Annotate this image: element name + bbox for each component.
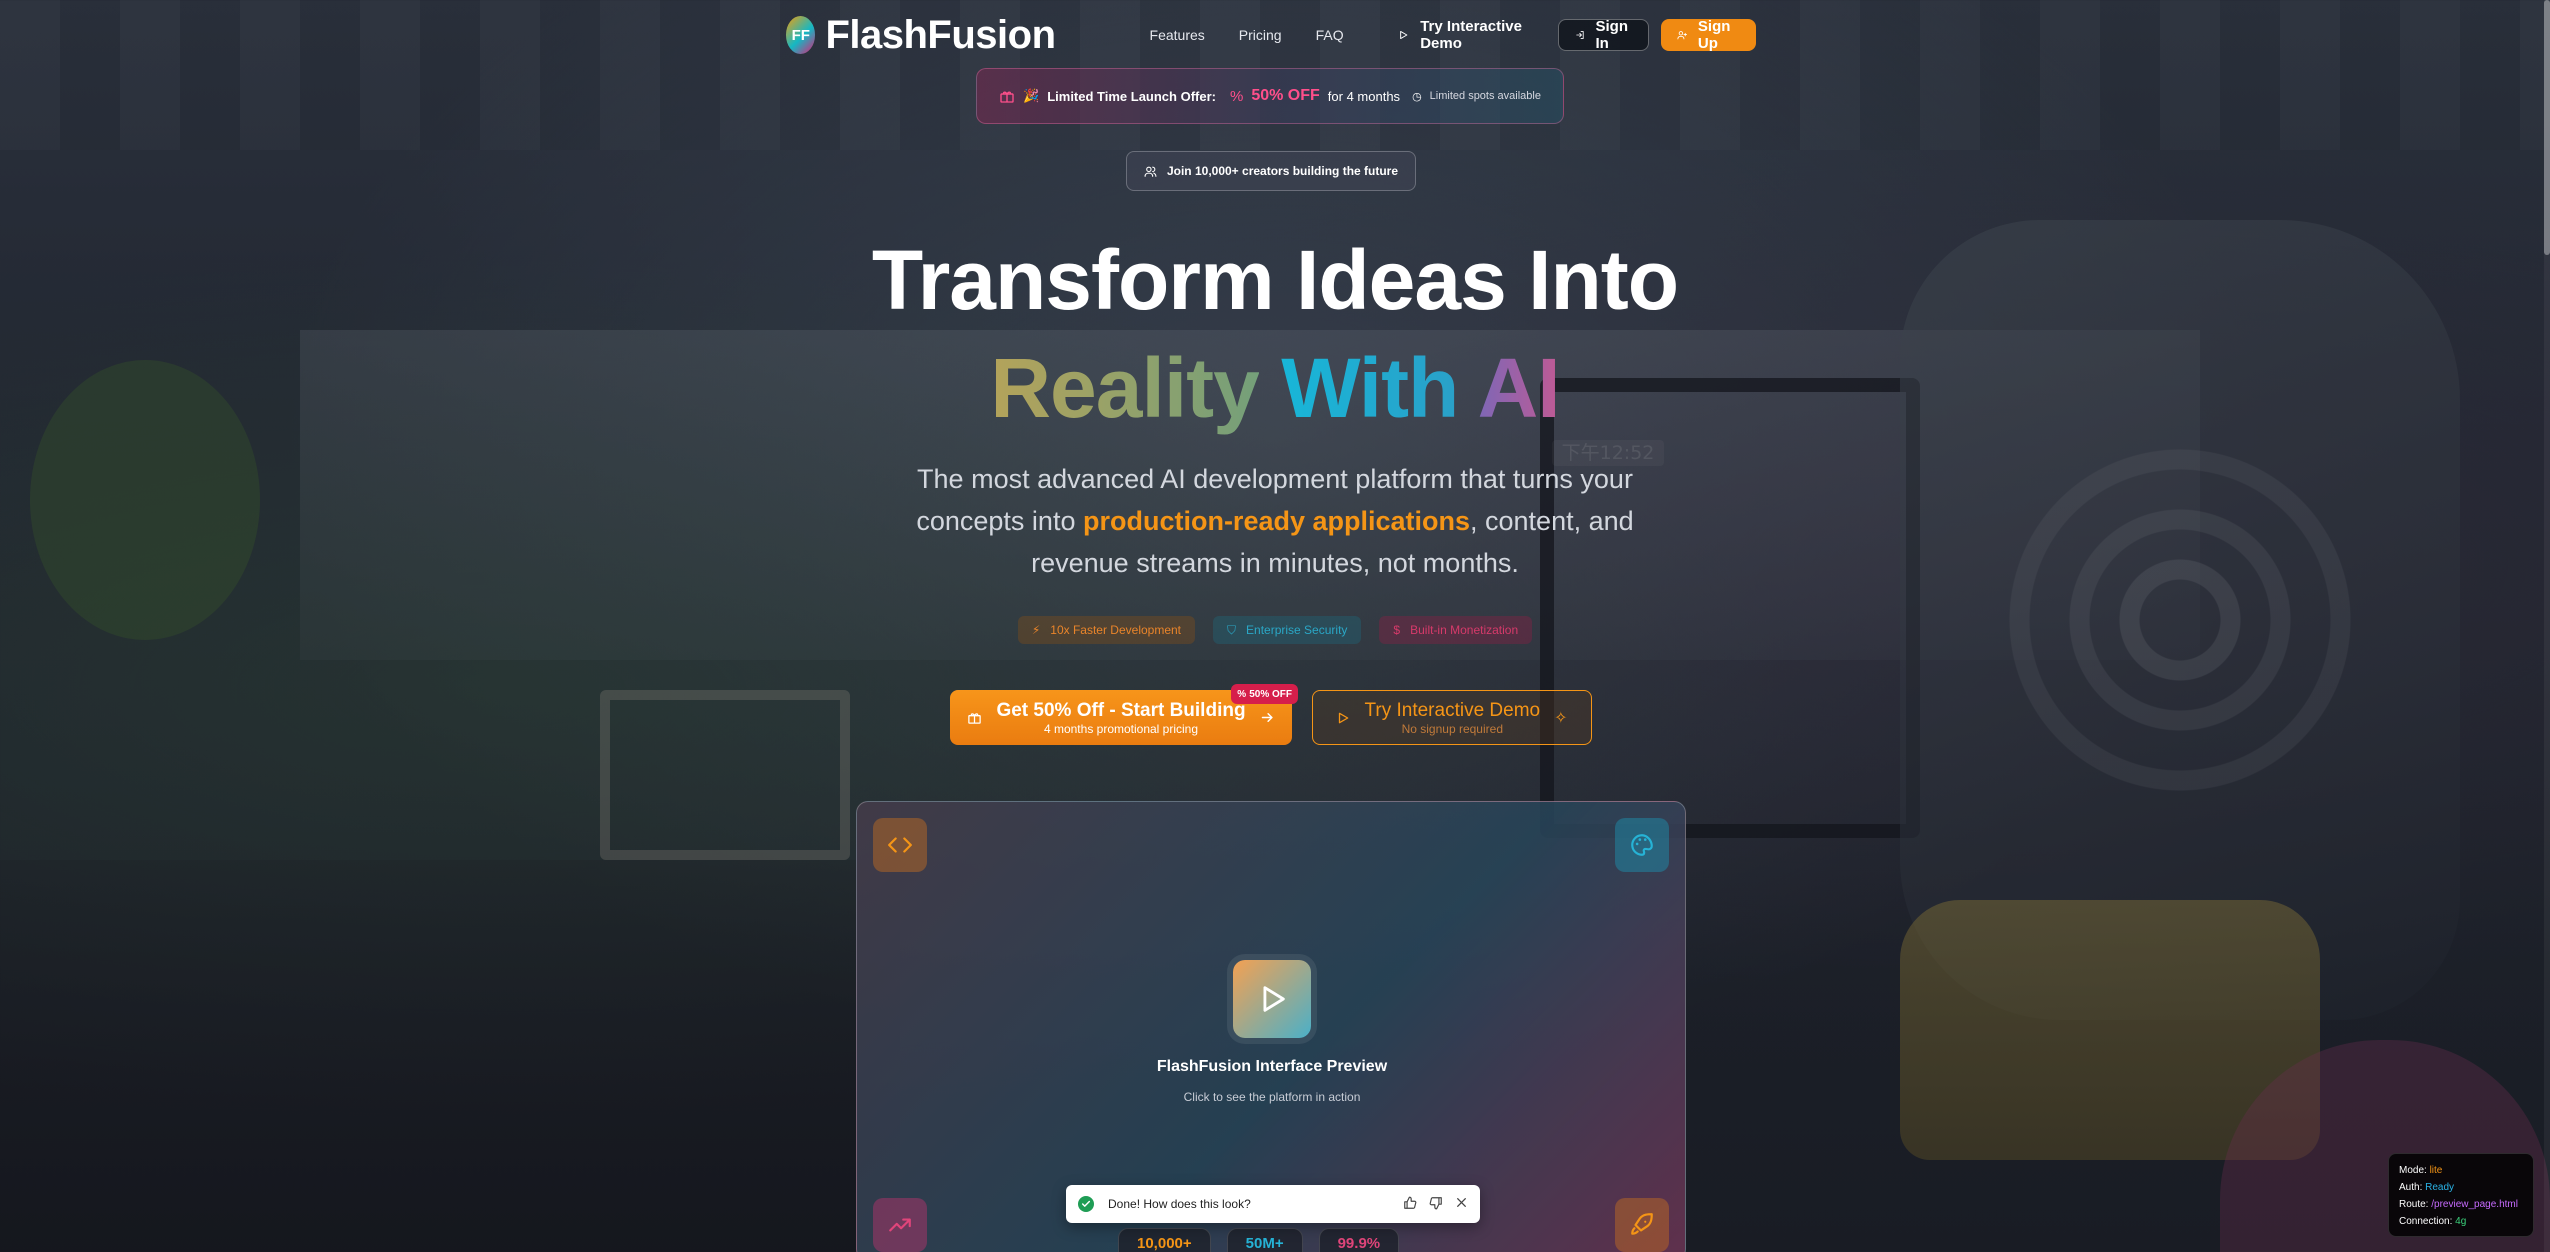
- stat-volume: 50M+: [1226, 1228, 1303, 1252]
- feature-pills: ⚡ 10x Faster Development ⛉ Enterprise Secu…: [0, 616, 2550, 644]
- offer-spots: Limited spots available: [1429, 90, 1541, 102]
- logo-badge[interactable]: FF: [786, 16, 816, 54]
- start-building-text: Get 50% Off - Start Building 4 months pr…: [996, 700, 1245, 736]
- pill-security: ⛉ Enterprise Security: [1213, 616, 1362, 644]
- thumbs-down-icon[interactable]: [1429, 1196, 1443, 1213]
- debug-connection-label: Connection:: [2399, 1216, 2453, 1227]
- scrollbar-thumb[interactable]: [2544, 0, 2550, 255]
- zap-icon: ⚡: [1031, 623, 1041, 637]
- dollar-icon: $: [1393, 623, 1401, 637]
- join-badge: Join 10,000+ creators building the futur…: [1126, 151, 1416, 191]
- preview-subtitle: Click to see the platform in action: [1183, 1090, 1361, 1104]
- hero-title-line1: Transform Ideas Into: [871, 233, 1679, 327]
- percent-icon: %: [1237, 688, 1247, 700]
- sign-up-label: Sign Up: [1697, 18, 1731, 52]
- party-icon: 🎉: [1023, 88, 1040, 103]
- hero-title-line2: Reality With AI: [0, 340, 2550, 437]
- hero-word-ai: AI: [1477, 341, 1561, 435]
- login-icon: [1576, 31, 1584, 39]
- thumbs-up-icon[interactable]: [1403, 1196, 1417, 1213]
- check-circle-icon: [1078, 1196, 1094, 1212]
- brand-name[interactable]: FlashFusion: [825, 13, 1056, 58]
- code-icon: [873, 818, 927, 872]
- start-building-sub: 4 months promotional pricing: [1043, 721, 1199, 736]
- pill-security-label: Enterprise Security: [1246, 623, 1348, 637]
- gift-icon: [968, 713, 982, 724]
- pill-monetization-label: Built-in Monetization: [1410, 623, 1519, 637]
- subtitle-highlight: production-ready applications: [1082, 506, 1471, 536]
- percent-icon: %: [1229, 87, 1244, 105]
- play-preview-button[interactable]: [1233, 960, 1311, 1038]
- sign-in-button[interactable]: Sign In: [1558, 18, 1650, 52]
- pill-monetization: $ Built-in Monetization: [1379, 616, 1533, 644]
- debug-mode: Mode: lite: [2399, 1162, 2523, 1179]
- discount-badge-label: 50% OFF: [1249, 688, 1292, 700]
- pill-faster-label: 10x Faster Development: [1050, 623, 1182, 637]
- nav-link-features[interactable]: Features: [1150, 27, 1205, 43]
- debug-mode-label: Mode:: [2399, 1165, 2427, 1176]
- user-plus-icon: [1677, 31, 1688, 40]
- palette-icon: [1615, 818, 1669, 872]
- stats-row: 10,000+ 50M+ 99.9%: [1118, 1228, 1400, 1252]
- sparkles-icon: ✧: [1554, 709, 1568, 727]
- nav-link-pricing[interactable]: Pricing: [1239, 27, 1282, 43]
- clock-icon: ◷: [1412, 90, 1422, 103]
- users-icon: [1144, 166, 1157, 177]
- offer-discount: 50% OFF: [1251, 87, 1320, 104]
- debug-connection-value: 4g: [2455, 1216, 2467, 1227]
- offer-label: Limited Time Launch Offer:: [1047, 88, 1216, 104]
- offer-banner: 🎉 Limited Time Launch Offer: % 50% OFF f…: [976, 68, 1564, 124]
- debug-panel: Mode: lite Auth: Ready Route: /preview_p…: [2388, 1153, 2534, 1237]
- toast-message: Done! How does this look?: [1108, 1197, 1251, 1211]
- hero-word-reality: Reality: [990, 341, 1259, 435]
- pill-faster: ⚡ 10x Faster Development: [1017, 616, 1196, 644]
- nav-demo-link[interactable]: Try Interactive Demo: [1398, 18, 1533, 52]
- hero-subtitle: The most advanced AI development platfor…: [870, 458, 1680, 584]
- join-text: Join 10,000+ creators building the futur…: [1166, 164, 1399, 178]
- debug-mode-value: lite: [2429, 1165, 2443, 1176]
- close-icon[interactable]: [1455, 1196, 1468, 1212]
- stat-uptime: 99.9%: [1318, 1228, 1400, 1252]
- feedback-toast: Done! How does this look?: [1066, 1185, 1480, 1223]
- debug-connection: Connection: 4g: [2399, 1213, 2523, 1230]
- sign-up-button[interactable]: Sign Up: [1661, 18, 1757, 52]
- try-demo-label: Try Interactive Demo: [1364, 699, 1541, 721]
- debug-auth: Auth: Ready: [2399, 1179, 2523, 1196]
- play-icon: [1339, 712, 1349, 723]
- debug-auth-label: Auth:: [2399, 1182, 2423, 1193]
- sign-in-label: Sign In: [1595, 18, 1628, 52]
- hero-word-with: With: [1281, 341, 1459, 435]
- try-demo-button[interactable]: Try Interactive Demo No signup required …: [1312, 690, 1592, 745]
- start-building-label: Get 50% Off - Start Building: [996, 699, 1246, 721]
- gift-icon: [1000, 91, 1014, 103]
- nav-links: Features Pricing FAQ: [1150, 27, 1378, 43]
- nav-link-faq[interactable]: FAQ: [1316, 27, 1344, 43]
- offer-duration: for 4 months: [1327, 88, 1401, 104]
- stat-creators: 10,000+: [1118, 1228, 1211, 1252]
- navbar: FF FlashFusion Features Pricing FAQ Try …: [786, 12, 1757, 58]
- discount-badge: % 50% OFF: [1231, 684, 1298, 704]
- shield-icon: ⛉: [1227, 622, 1237, 637]
- play-icon: [1263, 986, 1285, 1012]
- debug-route: Route: /preview_page.html: [2399, 1196, 2523, 1213]
- try-demo-sub: No signup required: [1401, 721, 1503, 736]
- play-icon: [1399, 30, 1407, 40]
- try-demo-text: Try Interactive Demo No signup required: [1364, 700, 1540, 736]
- debug-route-label: Route:: [2399, 1199, 2429, 1210]
- rocket-icon: [1615, 1198, 1669, 1252]
- preview-title: FlashFusion Interface Preview: [1156, 1058, 1388, 1075]
- debug-auth-value: Ready: [2425, 1182, 2455, 1193]
- arrow-right-icon: [1261, 713, 1273, 722]
- debug-route-value: /preview_page.html: [2431, 1199, 2518, 1210]
- trending-up-icon: [873, 1198, 927, 1252]
- nav-demo-label: Try Interactive Demo: [1420, 18, 1522, 52]
- start-building-button[interactable]: Get 50% Off - Start Building 4 months pr…: [950, 684, 1298, 745]
